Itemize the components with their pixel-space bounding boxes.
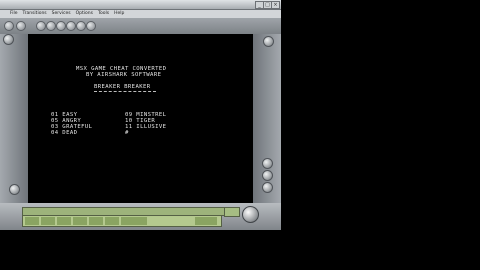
search-icon[interactable] (66, 21, 76, 31)
option-right-4: # (125, 130, 129, 136)
right-top-knob-icon[interactable] (263, 36, 274, 47)
left-frame (0, 34, 28, 204)
pause-icon[interactable] (41, 217, 55, 225)
menu-services[interactable]: Services (52, 10, 71, 18)
toolbar (0, 18, 281, 34)
player-window: _ □ × File Transitions Services Options … (0, 0, 281, 230)
left-bottom-knob-icon[interactable] (9, 184, 20, 195)
status-readout (195, 217, 217, 225)
option-left-4: 04 DEAD (51, 130, 78, 136)
media-icon[interactable] (76, 21, 86, 31)
menu-transitions[interactable]: Transitions (23, 10, 47, 18)
volume-display[interactable] (224, 207, 240, 217)
volume-knob-icon[interactable] (242, 206, 259, 223)
menu-tools[interactable]: Tools (98, 10, 109, 18)
title-underline (94, 91, 156, 92)
stop-icon[interactable] (36, 21, 46, 31)
previous-icon[interactable] (73, 217, 87, 225)
right-frame (253, 34, 281, 204)
right-knob-2-icon[interactable] (262, 170, 273, 181)
menu-file[interactable]: File (10, 10, 18, 18)
close-button[interactable]: × (271, 1, 280, 9)
stop-button-icon[interactable] (57, 217, 71, 225)
menu-help[interactable]: Help (114, 10, 124, 18)
back-icon[interactable] (4, 21, 14, 31)
menu-options[interactable]: Options (76, 10, 93, 18)
refresh-icon[interactable] (46, 21, 56, 31)
playlist-icon[interactable] (121, 217, 147, 225)
play-icon[interactable] (25, 217, 39, 225)
home-icon[interactable] (56, 21, 66, 31)
right-knob-1-icon[interactable] (262, 158, 273, 169)
forward-icon[interactable] (16, 21, 26, 31)
next-icon[interactable] (89, 217, 103, 225)
menu-bar: File Transitions Services Options Tools … (0, 10, 281, 18)
right-knob-3-icon[interactable] (262, 182, 273, 193)
video-screen[interactable]: MSX GAME CHEAT CONVERTED BY AIRSHARK SOF… (28, 34, 253, 203)
title-bar[interactable]: _ □ × (0, 0, 281, 10)
eject-icon[interactable] (105, 217, 119, 225)
option-right-3: 11 ILLUSIVE (125, 124, 167, 130)
transport-panel (22, 215, 222, 227)
left-top-knob-icon[interactable] (3, 34, 14, 45)
history-icon[interactable] (86, 21, 96, 31)
header-line-2: BY AIRSHARK SOFTWARE (86, 72, 162, 78)
game-title: BREAKER BREAKER (94, 84, 151, 90)
